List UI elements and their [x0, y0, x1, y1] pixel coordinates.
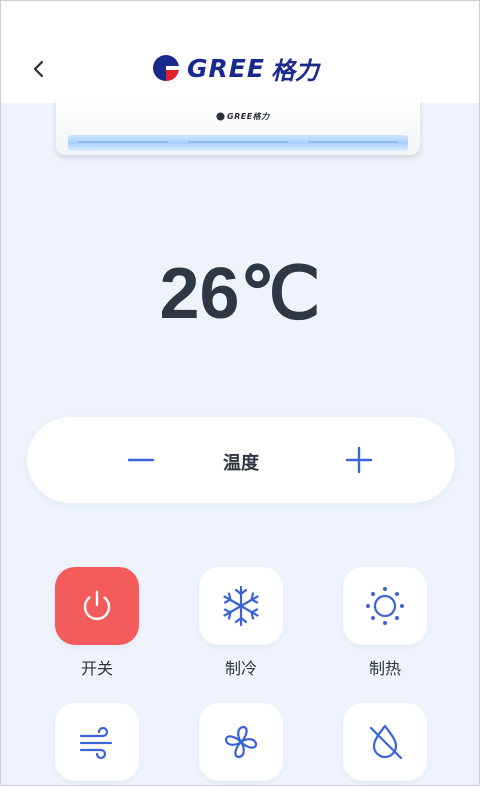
mode-label: 开关: [80, 659, 113, 678]
wind-icon: [79, 726, 113, 760]
chevron-left-icon: [33, 60, 44, 78]
temperature-control: 温度: [27, 417, 455, 503]
heat-mode-button[interactable]: [343, 567, 427, 645]
power-icon: [83, 590, 111, 620]
temperature-display: 26℃: [159, 254, 321, 334]
dehumidify-icon: [369, 724, 403, 760]
ac-vent: [68, 135, 408, 151]
mode-label: 制热: [368, 659, 401, 678]
gree-logo-mark-icon: [153, 55, 179, 81]
mode-heat: 制热: [343, 567, 427, 679]
wind-mode-button[interactable]: [55, 703, 139, 781]
mode-fan: [199, 703, 283, 781]
plus-icon: [345, 446, 373, 474]
ac-brand-text: GREE格力: [227, 112, 270, 121]
ac-brand-label: GREE格力: [216, 111, 270, 122]
logo-text: GREE: [187, 53, 265, 83]
sun-icon: [366, 587, 404, 625]
mode-label: 制冷: [224, 659, 257, 678]
mode-wind: [55, 703, 139, 781]
increase-temp-button[interactable]: [341, 442, 377, 478]
gree-small-mark-icon: [216, 112, 225, 121]
brand-logo: GREE 格力: [151, 51, 319, 85]
power-button[interactable]: [55, 567, 139, 645]
app-header: GREE 格力: [1, 1, 479, 103]
mode-power: 开关: [55, 567, 139, 679]
dehumidify-mode-button[interactable]: [343, 703, 427, 781]
fan-icon: [224, 725, 258, 759]
ac-unit-image: GREE格力: [56, 97, 420, 161]
snowflake-icon: [223, 585, 259, 627]
back-button[interactable]: [27, 57, 51, 81]
cool-mode-button[interactable]: [199, 567, 283, 645]
mode-dehumidify: [343, 703, 427, 781]
logo-script: 格力: [270, 55, 319, 85]
fan-mode-button[interactable]: [199, 703, 283, 781]
ac-unit-body: GREE格力: [56, 97, 420, 155]
temperature-label: 温度: [223, 453, 259, 474]
mode-cool: 制冷: [199, 567, 283, 679]
